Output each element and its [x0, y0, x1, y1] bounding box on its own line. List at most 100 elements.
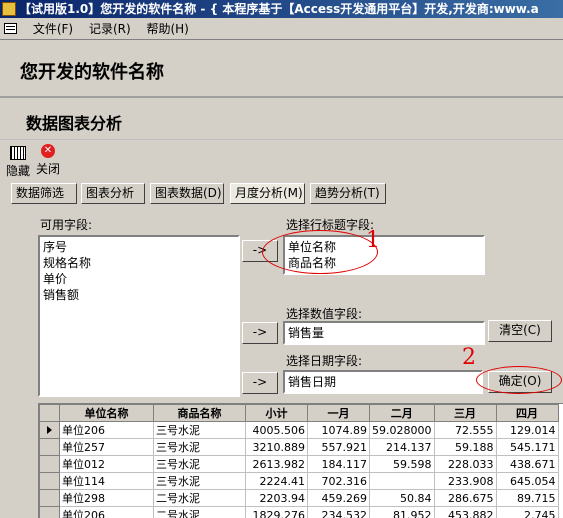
list-item[interactable]: 商品名称: [288, 255, 480, 271]
table-cell[interactable]: 50.84: [369, 489, 435, 507]
hide-button[interactable]: 隐藏: [2, 144, 34, 179]
annotation-number-2: 2: [462, 345, 476, 370]
column-header[interactable]: 一月: [307, 404, 370, 422]
list-item[interactable]: 单位名称: [288, 239, 480, 255]
table-cell[interactable]: 2613.982: [245, 455, 308, 473]
table-cell[interactable]: 1829.276: [245, 506, 308, 518]
table-cell[interactable]: 2.745: [495, 506, 559, 518]
document-icon[interactable]: [4, 23, 17, 34]
column-header[interactable]: 三月: [433, 404, 497, 422]
table-cell[interactable]: 2203.94: [245, 489, 308, 507]
table-row[interactable]: 单位257 三号水泥 3210.889 557.921 214.137 59.1…: [39, 438, 559, 456]
menu-bar: 文件(F) 记录(R) 帮助(H): [0, 18, 563, 40]
column-header[interactable]: 二月: [369, 404, 435, 422]
row-selector[interactable]: [39, 489, 60, 507]
table-cell[interactable]: [369, 472, 435, 490]
table-cell[interactable]: 72.555: [433, 421, 497, 439]
table-cell[interactable]: 59.598: [369, 455, 435, 473]
available-fields-list[interactable]: 序号 规格名称 单价 销售额: [38, 235, 240, 397]
row-selector[interactable]: [39, 438, 60, 456]
table-cell[interactable]: 三号水泥: [153, 421, 246, 439]
table-cell[interactable]: 228.033: [433, 455, 497, 473]
monthly-analysis-grid[interactable]: 单位名称 商品名称 小计 一月 二月 三月 四月 单位206 三号水泥 4005…: [38, 403, 563, 518]
date-field-label: 选择日期字段:: [286, 354, 363, 368]
table-cell[interactable]: 单位012: [59, 455, 154, 473]
table-cell[interactable]: 二号水泥: [153, 506, 246, 518]
grid-header-row: 单位名称 商品名称 小计 一月 二月 三月 四月: [39, 404, 559, 422]
tab-chart-analysis[interactable]: 图表分析: [81, 183, 145, 204]
tab-monthly-analysis[interactable]: 月度分析(M): [230, 183, 305, 204]
menu-file[interactable]: 文件(F): [27, 18, 79, 40]
table-cell[interactable]: 89.715: [495, 489, 559, 507]
menu-help[interactable]: 帮助(H): [140, 18, 194, 40]
list-item[interactable]: 单价: [43, 271, 235, 287]
table-cell[interactable]: 702.316: [307, 472, 370, 490]
add-date-field-button[interactable]: ->: [242, 372, 278, 394]
table-cell[interactable]: 三号水泥: [153, 455, 246, 473]
table-cell[interactable]: 59.028000: [369, 421, 435, 439]
menu-record[interactable]: 记录(R): [83, 18, 137, 40]
row-selector[interactable]: [39, 455, 60, 473]
table-cell[interactable]: 三号水泥: [153, 438, 246, 456]
date-field-input[interactable]: 销售日期: [283, 370, 483, 394]
row-selector-header[interactable]: [39, 404, 60, 422]
table-cell[interactable]: 1074.89: [307, 421, 370, 439]
row-selector[interactable]: [39, 472, 60, 490]
column-header[interactable]: 商品名称: [153, 404, 246, 422]
tab-trend-analysis[interactable]: 趋势分析(T): [310, 183, 386, 204]
hide-icon: [10, 146, 26, 160]
table-row[interactable]: 单位114 三号水泥 2224.41 702.316 233.908 645.0…: [39, 472, 559, 490]
tab-data-filter[interactable]: 数据筛选: [11, 183, 77, 204]
table-cell[interactable]: 2224.41: [245, 472, 308, 490]
ok-button[interactable]: 确定(O): [488, 371, 552, 393]
table-cell[interactable]: 184.117: [307, 455, 370, 473]
column-header[interactable]: 单位名称: [59, 404, 154, 422]
table-cell[interactable]: 645.054: [495, 472, 559, 490]
table-cell[interactable]: 286.675: [433, 489, 497, 507]
table-cell[interactable]: 单位257: [59, 438, 154, 456]
close-button[interactable]: ✕ 关闭: [32, 144, 64, 177]
table-row[interactable]: 单位298 二号水泥 2203.94 459.269 50.84 286.675…: [39, 489, 559, 507]
table-row[interactable]: 单位206 二号水泥 1829.276 234.532 81.952 453.8…: [39, 506, 559, 518]
table-cell[interactable]: 二号水泥: [153, 489, 246, 507]
annotation-number-1: 1: [366, 228, 380, 253]
table-cell[interactable]: 三号水泥: [153, 472, 246, 490]
value-field-label: 选择数值字段:: [286, 307, 363, 321]
row-header-list[interactable]: 单位名称 商品名称: [283, 235, 485, 275]
table-cell[interactable]: 453.882: [433, 506, 497, 518]
table-cell[interactable]: 59.188: [433, 438, 497, 456]
available-fields-label: 可用字段:: [40, 218, 93, 232]
table-cell[interactable]: 545.171: [495, 438, 559, 456]
table-cell[interactable]: 单位206: [59, 506, 154, 518]
app-name: 您开发的软件名称: [20, 62, 164, 83]
table-cell[interactable]: 557.921: [307, 438, 370, 456]
table-cell[interactable]: 单位206: [59, 421, 154, 439]
table-cell[interactable]: 81.952: [369, 506, 435, 518]
table-cell[interactable]: 单位298: [59, 489, 154, 507]
table-row[interactable]: 单位012 三号水泥 2613.982 184.117 59.598 228.0…: [39, 455, 559, 473]
add-value-field-button[interactable]: ->: [242, 322, 278, 344]
value-field-input[interactable]: 销售量: [283, 321, 485, 345]
list-item[interactable]: 序号: [43, 239, 235, 255]
table-row[interactable]: 单位206 三号水泥 4005.506 1074.89 59.028000 72…: [39, 421, 559, 439]
list-item[interactable]: 销售额: [43, 287, 235, 303]
clear-button[interactable]: 清空(C): [488, 320, 552, 342]
row-selector[interactable]: [39, 421, 60, 439]
hide-label: 隐藏: [5, 164, 30, 178]
table-cell[interactable]: 3210.889: [245, 438, 308, 456]
page-header: 数据图表分析: [0, 100, 563, 140]
add-row-header-button[interactable]: ->: [242, 240, 278, 262]
tab-chart-data[interactable]: 图表数据(D): [150, 183, 224, 204]
table-cell[interactable]: 214.137: [369, 438, 435, 456]
table-cell[interactable]: 459.269: [307, 489, 370, 507]
table-cell[interactable]: 129.014: [495, 421, 559, 439]
table-cell[interactable]: 4005.506: [245, 421, 308, 439]
table-cell[interactable]: 438.671: [495, 455, 559, 473]
row-selector[interactable]: [39, 506, 60, 518]
table-cell[interactable]: 233.908: [433, 472, 497, 490]
column-header[interactable]: 小计: [245, 404, 308, 422]
column-header[interactable]: 四月: [495, 404, 559, 422]
table-cell[interactable]: 单位114: [59, 472, 154, 490]
list-item[interactable]: 规格名称: [43, 255, 235, 271]
table-cell[interactable]: 234.532: [307, 506, 370, 518]
